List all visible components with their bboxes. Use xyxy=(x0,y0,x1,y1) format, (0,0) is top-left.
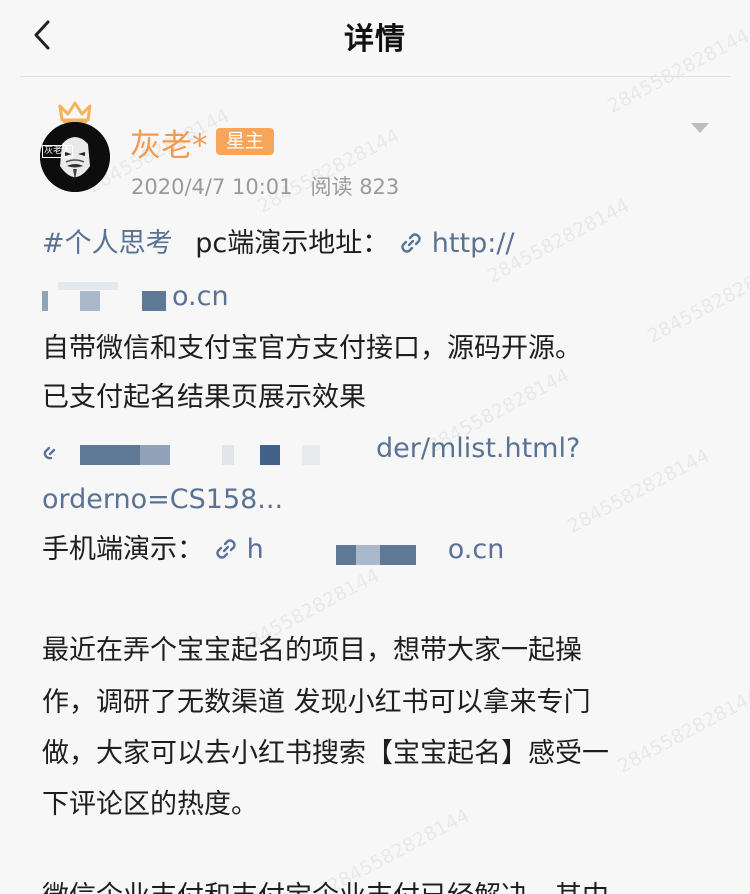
page-title: 详情 xyxy=(344,22,406,57)
post-line-mobile-demo: 手机端演示： h o.cn xyxy=(42,532,504,568)
crown-icon xyxy=(58,101,92,124)
post-paragraph-line: 作，调研了无数渠道 发现小红书可以拿来专门 xyxy=(42,687,591,718)
watermark: 2845582828144 xyxy=(644,254,750,348)
demo-pc-link[interactable]: http:// xyxy=(398,228,515,259)
result-link-text[interactable]: der/mlist.html? xyxy=(376,433,580,464)
avatar: 灰老大 xyxy=(40,122,110,192)
post-detail-screen: 2845582828144 2845582828144 284558282814… xyxy=(0,0,750,894)
post-paragraph-line: 最近在弄个宝宝起名的项目，想带大家一起操 xyxy=(42,635,582,666)
post-line-features: 自带微信和支付宝官方支付接口，源码开源。 xyxy=(42,333,582,364)
post-paragraph-line: 做，大家可以去小红书搜索【宝宝起名】感受一 xyxy=(42,738,609,769)
watermark: 2845582828144 xyxy=(614,684,750,778)
result-link-cont[interactable]: orderno=CS158... xyxy=(42,484,283,515)
owner-badge: 星主 xyxy=(216,128,275,155)
demo-pc-link-end[interactable]: o.cn xyxy=(172,281,229,312)
watermark: 2845582828144 xyxy=(564,444,714,538)
navigation-bar: 详情 xyxy=(0,0,750,76)
post-line-demo-pc-cont: o.cn xyxy=(42,279,229,315)
mobile-demo-link[interactable]: h o.cn xyxy=(213,534,505,565)
mobile-link-end: o.cn xyxy=(447,534,505,565)
post-paragraph-line-cutoff: 微信企业支付和支付宝企业支付已经解决，其中 xyxy=(42,879,609,894)
link-icon xyxy=(401,233,421,253)
post-date: 2020/4/7 10:01 xyxy=(131,175,293,199)
pixelated-redaction xyxy=(335,544,416,565)
post-line-result: 已支付起名结果页展示效果 xyxy=(42,382,366,413)
header-divider xyxy=(20,76,730,77)
author-avatar[interactable]: 灰老大 xyxy=(40,100,110,192)
post-line-result-link: der/mlist.html? xyxy=(42,431,580,467)
avatar-label: 灰老大 xyxy=(42,145,74,158)
demo-pc-label: pc端演示地址： xyxy=(195,228,390,259)
mobile-link-start: h xyxy=(246,534,264,565)
author-name[interactable]: 灰老* xyxy=(130,120,208,165)
triangle-down-icon[interactable] xyxy=(690,122,710,134)
pixelated-redaction xyxy=(80,444,320,465)
post-meta: 2020/4/7 10:01 阅读 823 xyxy=(131,171,399,201)
post-line-result-link-cont: orderno=CS158... xyxy=(42,482,283,518)
pixelated-redaction xyxy=(42,281,166,311)
link-icon xyxy=(215,539,236,559)
post-line-demo-pc: #个人思考 pc端演示地址： http:// xyxy=(42,226,515,262)
link-icon xyxy=(43,446,56,459)
hashtag-link[interactable]: #个人思考 xyxy=(42,228,173,259)
post-paragraph-line: 下评论区的热度。 xyxy=(42,789,258,820)
demo-pc-link-text: http:// xyxy=(431,228,515,259)
mobile-demo-label: 手机端演示： xyxy=(42,534,204,565)
read-count: 阅读 823 xyxy=(310,175,400,199)
